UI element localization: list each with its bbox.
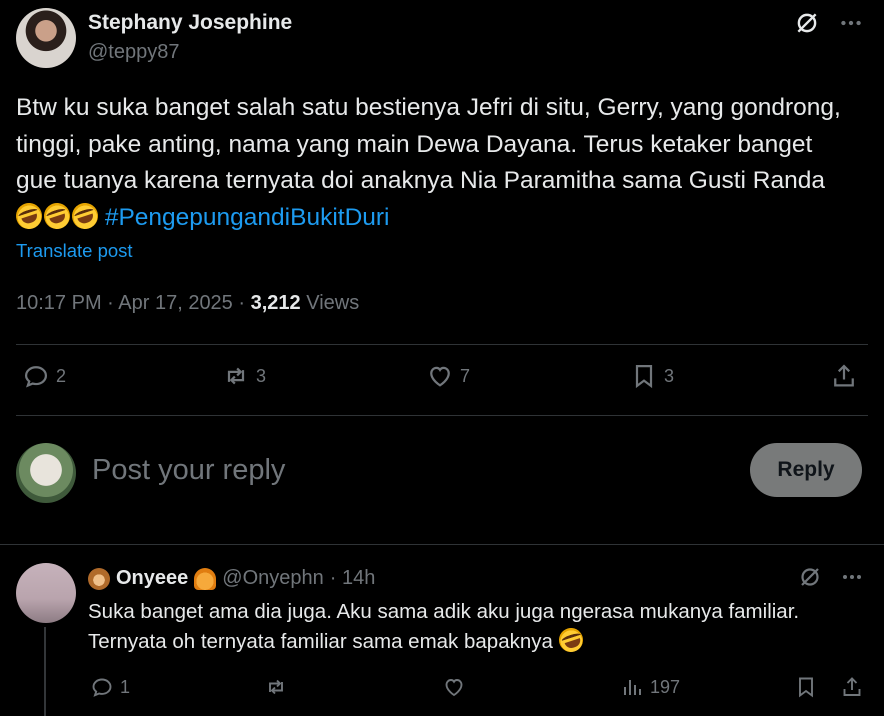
bookmark-icon <box>799 677 813 698</box>
divider <box>16 344 868 345</box>
more-icon[interactable] <box>840 565 864 589</box>
reply-actions: 1 197 <box>88 675 864 705</box>
bookmark-icon <box>635 364 653 389</box>
repost-count: 3 <box>256 365 267 386</box>
translate-post-link[interactable]: Translate post <box>16 240 133 262</box>
share-icon <box>843 677 861 696</box>
bookmark-count: 3 <box>664 365 675 386</box>
laughing-emoji-group <box>12 199 102 232</box>
views-icon <box>624 680 641 695</box>
repost-action[interactable]: 3 <box>222 362 266 390</box>
post-text: Btw ku suka banget salah satu bestienya … <box>16 94 841 194</box>
share-icon <box>834 364 854 387</box>
thread-line <box>44 627 46 716</box>
more-icon[interactable] <box>838 10 864 36</box>
grok-icon[interactable] <box>794 10 820 36</box>
reply-reply-action[interactable]: 1 <box>90 675 130 699</box>
user-avatar[interactable] <box>16 443 76 503</box>
reply-text: Suka banget ama dia juga. Aku sama adik … <box>88 600 800 653</box>
post-timestamp[interactable]: 10:17 PM · Apr 17, 2025 · <box>16 292 251 314</box>
reply-reply-count: 1 <box>120 676 131 697</box>
reply-body: Suka banget ama dia juga. Aku sama adik … <box>88 597 848 657</box>
post-body: Btw ku suka banget salah satu bestienya … <box>12 90 856 236</box>
reply-like-action[interactable] <box>442 675 472 699</box>
monkey-emoji-icon <box>88 567 110 590</box>
reply-header: Onyeee @Onyephn · 14h <box>88 567 375 590</box>
reply-top-icons <box>798 565 864 589</box>
rofl-emoji-icon <box>555 624 586 656</box>
reply-count: 2 <box>56 365 67 386</box>
reply-input[interactable]: Post your reply <box>92 454 285 487</box>
reply-bookmark-action[interactable] <box>794 675 818 699</box>
like-icon <box>430 366 450 387</box>
grok-icon[interactable] <box>798 565 822 589</box>
bookmark-action[interactable]: 3 <box>630 362 674 390</box>
rofl-emoji-icon <box>40 199 74 232</box>
ghost-emoji-icon <box>194 567 217 590</box>
rofl-emoji-icon <box>12 199 46 232</box>
share-action[interactable] <box>830 362 858 390</box>
author-avatar[interactable] <box>16 8 76 68</box>
section-divider <box>0 544 884 545</box>
hashtag-link[interactable]: #PengepungandiBukitDuri <box>105 204 390 231</box>
reply-timestamp[interactable]: · 14h <box>330 567 376 590</box>
repost-icon <box>269 679 283 695</box>
divider <box>16 415 868 416</box>
reply-action[interactable]: 2 <box>22 362 66 390</box>
reply-author-handle[interactable]: @Onyephn <box>222 567 323 590</box>
reply-author-avatar[interactable] <box>16 563 76 623</box>
author-handle[interactable]: @teppy87 <box>88 41 179 64</box>
author-name[interactable]: Stephany Josephine <box>88 11 292 35</box>
repost-icon <box>227 367 245 385</box>
post-actions: 2 3 7 3 <box>22 362 858 398</box>
reply-icon <box>92 678 112 697</box>
like-count: 7 <box>460 365 471 386</box>
reply-views-count: 197 <box>650 676 681 697</box>
reply-repost-action[interactable] <box>264 675 294 699</box>
like-icon <box>445 679 463 697</box>
reply-post[interactable]: Onyeee @Onyephn · 14h Suka banget ama di… <box>16 563 868 716</box>
reply-views-action[interactable]: 197 <box>620 675 680 699</box>
rofl-emoji-icon <box>68 199 102 232</box>
reply-author-name[interactable]: Onyeee <box>116 567 188 590</box>
views-count: 3,212 <box>250 292 301 314</box>
reply-icon <box>24 366 48 388</box>
reply-composer: Post your reply Reply <box>16 443 868 503</box>
post-top-icons <box>794 10 864 36</box>
post-meta: 10:17 PM · Apr 17, 2025 · 3,212 Views <box>16 292 359 315</box>
views-label: Views <box>300 292 360 314</box>
like-action[interactable]: 7 <box>426 362 470 390</box>
reply-share-action[interactable] <box>840 675 864 699</box>
reply-button[interactable]: Reply <box>750 443 862 497</box>
